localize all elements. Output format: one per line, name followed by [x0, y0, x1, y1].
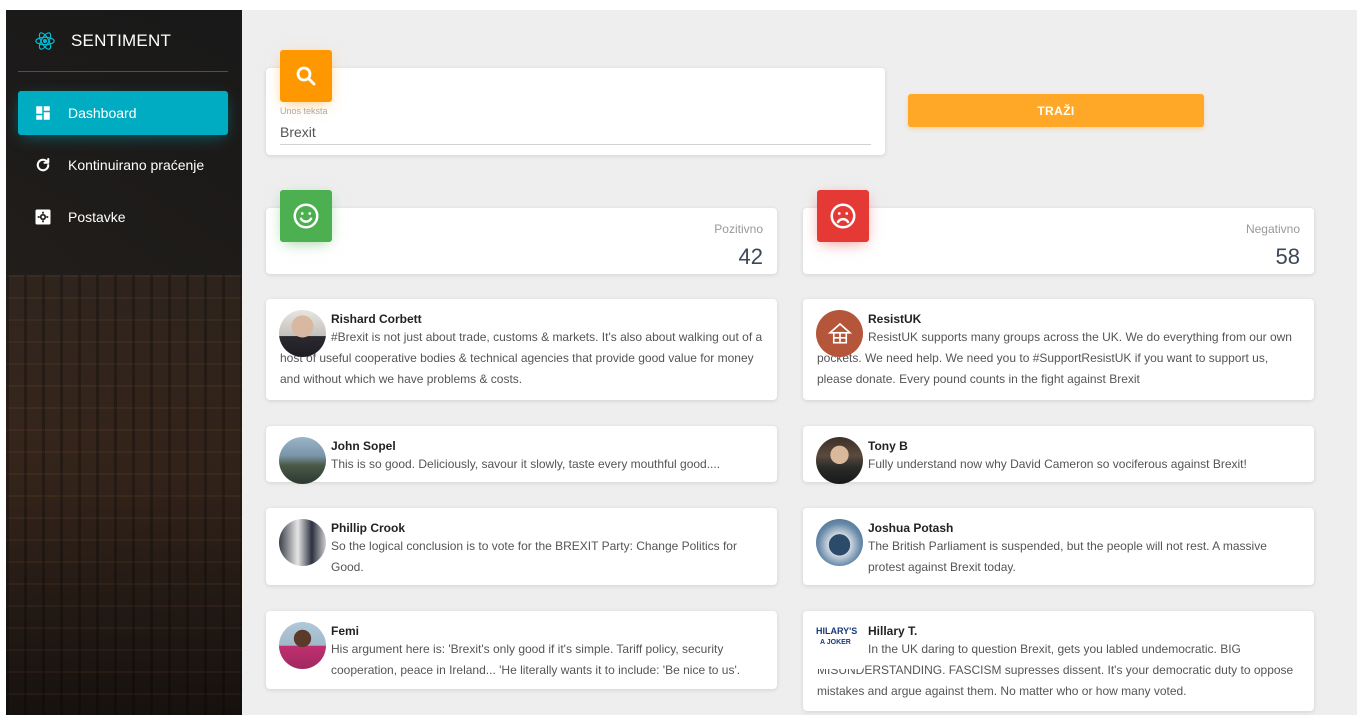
sidebar-item-settings[interactable]: Postavke [18, 195, 228, 239]
frown-icon [830, 203, 856, 229]
search-tile [280, 50, 332, 102]
tweet-text: In the UK daring to question Brexit, get… [817, 642, 1294, 698]
tweet-text: His argument here is: 'Brexit's only goo… [331, 642, 741, 677]
tweet-author: ResistUK [868, 312, 922, 326]
tweet-author: Femi [331, 624, 360, 638]
tweet-text: #Brexit is not just about trade, customs… [280, 330, 763, 386]
tweet-author: John Sopel [331, 439, 396, 453]
tweet-card: HILARY'S A JOKER Hillary T. In the UK da… [803, 611, 1314, 711]
brand[interactable]: SENTIMENT [6, 10, 242, 72]
tweet-card: Phillip Crook So the logical conclusion … [266, 508, 777, 585]
tweet-author: Tony B [868, 439, 908, 453]
negative-label: Negativno [1245, 222, 1300, 236]
hillary-joker-image: HILARY'S A JOKER [816, 626, 857, 646]
sidebar-item-label: Postavke [68, 209, 126, 225]
settings-icon [35, 209, 51, 225]
brand-name: SENTIMENT [71, 31, 172, 50]
tweet-card: Joshua Potash The British Parliament is … [803, 508, 1314, 585]
sidebar-item-monitoring[interactable]: Kontinuirano praćenje [18, 143, 228, 187]
search-field-label: Unos teksta [280, 106, 328, 116]
svg-text:HILARY'S: HILARY'S [816, 626, 857, 636]
avatar [816, 519, 863, 566]
resistuk-logo [827, 322, 852, 344]
sidebar-background-image [6, 275, 242, 715]
avatar [279, 622, 326, 669]
top-border [0, 0, 1357, 10]
positive-stat-card: Pozitivno 42 [266, 208, 777, 274]
search-button[interactable]: TRAŽI [908, 94, 1204, 127]
negative-stat-card: Negativno 58 [803, 208, 1314, 274]
avatar: HILARY'S A JOKER [816, 622, 863, 669]
tweet-author: Phillip Crook [331, 521, 406, 535]
tweet-text: ResistUK supports many groups across the… [817, 330, 1292, 386]
avatar [816, 310, 863, 357]
tweet-author: Rishard Corbett [331, 312, 422, 326]
tweet-text: Fully understand now why David Cameron s… [868, 457, 1247, 471]
positive-count: 42 [738, 244, 763, 269]
tweet-card: ResistUK ResistUK supports many groups a… [803, 299, 1314, 400]
tweet-text: The British Parliament is suspended, but… [868, 539, 1267, 574]
tweet-card: Rishard Corbett #Brexit is not just abou… [266, 299, 777, 400]
sidebar-item-label: Kontinuirano praćenje [68, 157, 205, 173]
refresh-icon [36, 157, 50, 172]
search-card: Unos teksta [266, 68, 885, 155]
avatar [279, 519, 326, 566]
tweet-card: John Sopel This is so good. Deliciously,… [266, 426, 777, 484]
tweet-author: Joshua Potash [868, 521, 954, 535]
svg-text:A JOKER: A JOKER [820, 639, 851, 646]
dashboard-icon [36, 106, 50, 120]
search-input[interactable] [280, 120, 871, 145]
tweet-text: This is so good. Deliciously, savour it … [331, 457, 721, 471]
brand-divider [18, 71, 228, 72]
tweet-card: Femi His argument here is: 'Brexit's onl… [266, 611, 777, 689]
avatar [279, 310, 326, 357]
react-atom-icon [35, 32, 55, 50]
positive-label: Pozitivno [714, 222, 763, 236]
tweet-text: So the logical conclusion is to vote for… [331, 539, 737, 574]
sidebar-item-label: Dashboard [68, 105, 137, 121]
tweet-author: Hillary T. [868, 624, 918, 638]
search-icon [296, 66, 316, 86]
sidebar: SENTIMENT Dashboard Kontinuirano praćenj… [6, 10, 242, 715]
avatar [816, 437, 863, 484]
positive-tile [280, 190, 332, 242]
tweet-card: Tony B Fully understand now why David Ca… [803, 426, 1314, 484]
smile-icon [293, 203, 319, 229]
avatar [279, 437, 326, 484]
negative-count: 58 [1275, 244, 1300, 269]
negative-tile [817, 190, 869, 242]
sidebar-item-dashboard[interactable]: Dashboard [18, 91, 228, 135]
sidebar-nav: Dashboard Kontinuirano praćenje Postavke [18, 91, 228, 247]
